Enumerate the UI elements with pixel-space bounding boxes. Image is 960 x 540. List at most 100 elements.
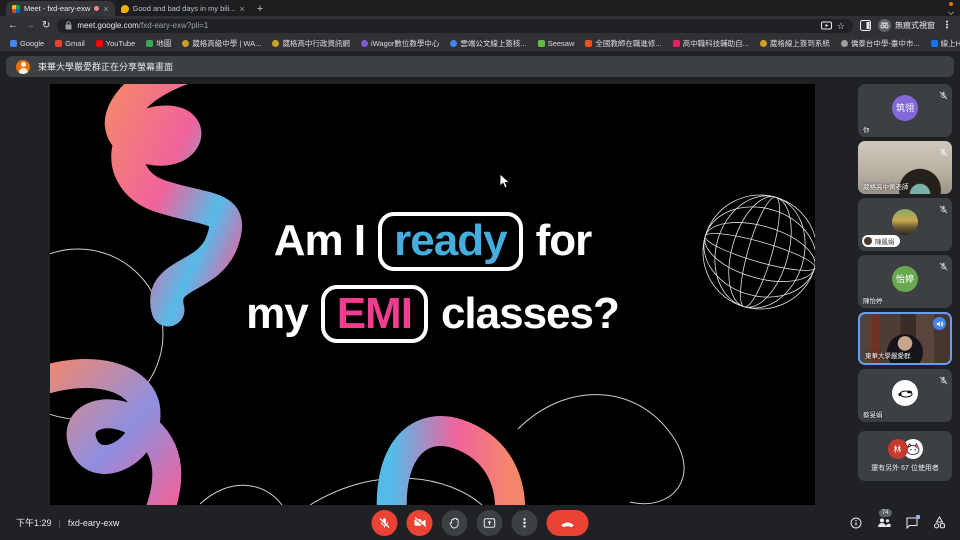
bookmark-item[interactable]: 葳格線上簽到系統 (760, 38, 830, 49)
participants-icon[interactable]: 74 (877, 517, 891, 528)
more-options-button[interactable]: ⋮ (512, 510, 538, 536)
participant-tile-self[interactable]: 筑翎 你 (858, 84, 952, 137)
browser-toolbar: ← → ↻ meet.google.com/fxd-eary-exw?pli=1… (0, 16, 960, 35)
bookmark-favicon (272, 40, 279, 47)
new-tab-button[interactable]: + (257, 3, 263, 15)
activities-icon[interactable] (933, 516, 946, 529)
title-highlight-emi: EMI (321, 285, 428, 344)
bookmark-favicon (538, 40, 545, 47)
side-panel-icon[interactable] (860, 20, 871, 31)
participant-name: 你 (863, 124, 870, 134)
tabstrip-right (946, 0, 956, 16)
notification-dot-icon (949, 2, 953, 6)
shared-screen: Am I ready for my EMI classes? (50, 84, 815, 505)
participant-tile[interactable]: 陳鳳娟 (858, 198, 952, 251)
camera-off-button[interactable] (407, 510, 433, 536)
bookmark-item[interactable]: 雲端公文線上簽核... (450, 38, 526, 49)
bookmark-item[interactable]: YouTube (96, 39, 135, 48)
avatar-snoopy (892, 380, 918, 406)
avatar: 筑翎 (892, 95, 918, 121)
incognito-label: 無痕式視窗 (895, 20, 935, 31)
present-screen-button[interactable] (477, 510, 503, 536)
chevron-down-icon[interactable] (948, 9, 954, 15)
participant-name: 陳鳳娟 (875, 236, 895, 246)
forward-button[interactable]: → (25, 21, 35, 31)
participant-tile[interactable]: 怡婷 陳怡婷 (858, 255, 952, 308)
bookmark-item[interactable]: 葳格高級中學 | WA... (182, 38, 261, 49)
reload-button[interactable]: ↻ (42, 21, 50, 31)
presenter-avatar (16, 60, 30, 74)
bookmark-item[interactable]: 葳格高中行政資訊網 (272, 38, 350, 49)
participant-name: 陳怡婷 (863, 295, 883, 305)
mic-muted-icon (939, 258, 948, 276)
mic-off-button[interactable] (372, 510, 398, 536)
bookmark-item[interactable]: Gmail (55, 39, 85, 48)
mic-muted-icon (939, 144, 948, 162)
bookmark-item[interactable]: iWagor數位教學中心 (361, 38, 439, 49)
browser-menu-icon[interactable]: ⋮ (942, 20, 952, 31)
mouse-cursor (499, 173, 511, 189)
participant-tile[interactable]: 葳格高中黃老師 (858, 141, 952, 194)
participant-tile[interactable]: 蔡旻娟 (858, 369, 952, 422)
participant-rail: 筑翎 你 葳格高中黃老師 陳鳳娟 怡婷 (858, 84, 952, 481)
bookmark-item[interactable]: 高中職科技輔助自... (673, 38, 749, 49)
bookmarks-bar: Google Gmail YouTube 地圖 葳格高級中學 | WA... 葳… (0, 35, 960, 51)
chat-unread-dot (916, 515, 920, 519)
close-tab-icon[interactable]: × (103, 5, 108, 13)
more-participants-label: 還有另外 67 位使用者 (871, 463, 939, 473)
tab-doc[interactable]: Good and bad days in my bili... × (115, 1, 251, 16)
bookmark-favicon (361, 40, 368, 47)
incognito-indicator: 無痕式視窗 (878, 19, 935, 32)
title-highlight-ready: ready (378, 212, 522, 271)
bookmark-favicon (146, 40, 153, 47)
browser-window: Meet - fxd-eary-exw × Good and bad days … (0, 0, 960, 540)
doc-favicon (121, 5, 129, 13)
bookmark-favicon (10, 40, 17, 47)
bookmark-favicon (96, 40, 103, 47)
raise-hand-button[interactable] (442, 510, 468, 536)
bookmark-item[interactable]: 地圖 (146, 38, 171, 49)
mic-muted-icon (939, 201, 948, 219)
lock-icon (65, 21, 72, 30)
participant-count-badge: 74 (879, 509, 892, 517)
media-control-icon[interactable] (821, 21, 832, 30)
avatar: 怡婷 (892, 266, 918, 292)
end-call-button[interactable] (547, 510, 589, 536)
divider: | (59, 518, 61, 528)
tab-title: Good and bad days in my bili... (133, 4, 236, 13)
page-url: meet.google.com/fxd-eary-exw?pli=1 (77, 21, 208, 30)
participant-name: 蔡旻娟 (863, 409, 883, 419)
incognito-icon (878, 19, 891, 32)
bookmark-item[interactable]: 線上HEIC轉JPG (931, 38, 960, 49)
url-path: /fxd-eary-exw?pli=1 (139, 21, 209, 30)
bookmark-item[interactable]: 全國教師在職進修... (585, 38, 661, 49)
participant-tile-active-speaker[interactable]: 東華大學嚴愛群 (858, 312, 952, 365)
clock-time: 下午1:29 (16, 516, 52, 529)
bookmark-favicon (182, 40, 189, 47)
title-text: my (246, 289, 308, 339)
tab-meet[interactable]: Meet - fxd-eary-exw × (6, 1, 115, 16)
avatar (892, 209, 918, 235)
screenshare-banner: 東華大學嚴愛群正在分享螢幕畫面 (6, 56, 954, 77)
chat-icon[interactable] (906, 517, 918, 529)
bookmark-item[interactable]: Seesaw (538, 39, 575, 48)
bookmark-item[interactable]: Google (10, 39, 44, 48)
speaking-audio-icon (933, 317, 946, 330)
meeting-details-icon[interactable] (850, 517, 862, 529)
avatar: 林 (888, 439, 908, 459)
url-domain: meet.google.com (77, 21, 138, 30)
back-button[interactable]: ← (8, 21, 18, 31)
bookmark-favicon (585, 40, 592, 47)
participant-name: 葳格高中黃老師 (863, 181, 909, 191)
meeting-code: fxd-eary-exw (68, 518, 120, 528)
bookmark-item[interactable]: 僑泰台中學-臺中市... (841, 38, 920, 49)
slide-title: Am I ready for my EMI classes? (50, 212, 815, 343)
close-tab-icon[interactable]: × (240, 5, 245, 13)
mic-muted-icon (939, 372, 948, 390)
tab-strip: Meet - fxd-eary-exw × Good and bad days … (0, 0, 960, 16)
bookmark-star-icon[interactable]: ☆ (837, 21, 845, 31)
bookmark-favicon (450, 40, 457, 47)
slide-title-line2: my EMI classes? (246, 285, 619, 344)
more-participants-tile[interactable]: 林 還有另外 67 位使用者 (858, 431, 952, 481)
address-bar[interactable]: meet.google.com/fxd-eary-exw?pli=1 ☆ (57, 19, 853, 33)
